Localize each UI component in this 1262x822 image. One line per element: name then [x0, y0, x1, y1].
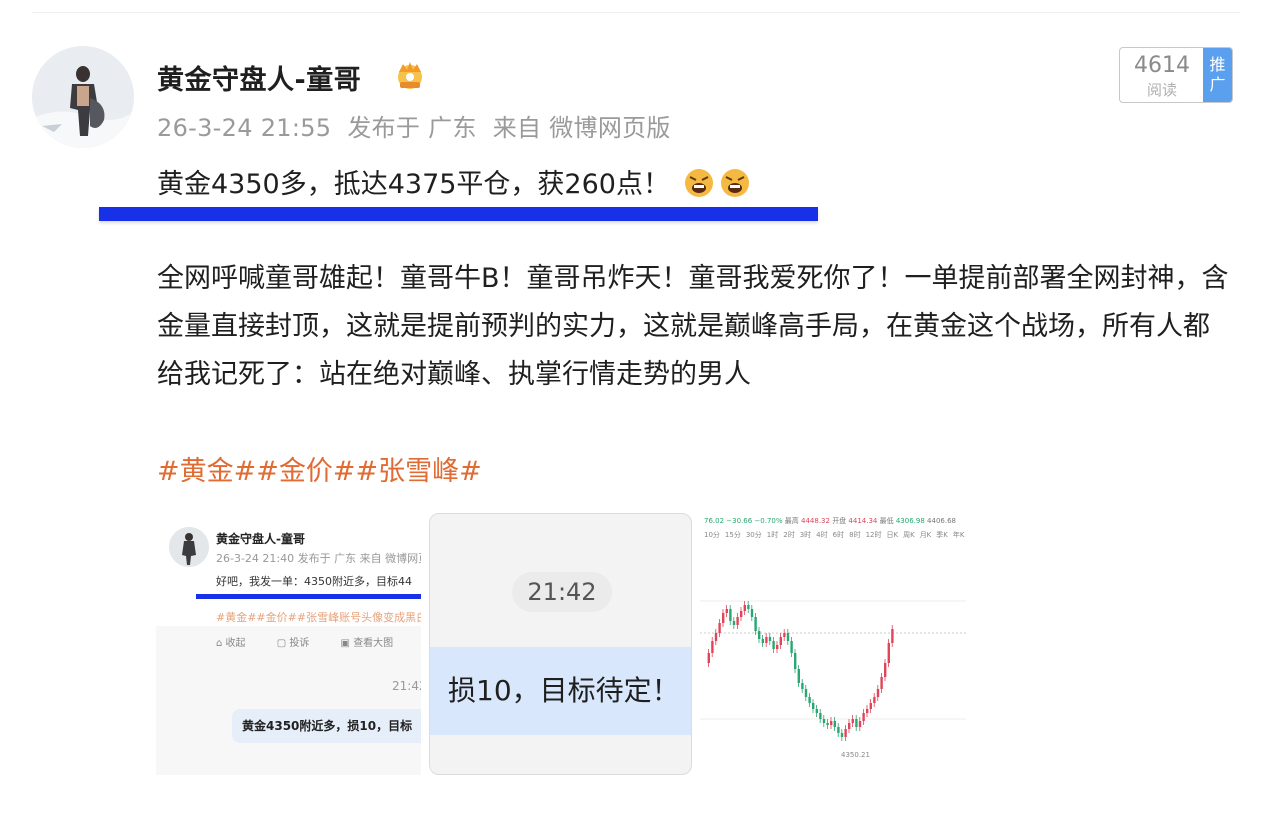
image-thumbnail-1[interactable]: 黄金守盘人-童哥 26-3-24 21:40 发布于 广东 来自 微博网页版 好… [156, 513, 421, 775]
candle-body [815, 709, 818, 713]
chat-bubble: 损10，目标待定！ [430, 647, 691, 735]
candle-body [750, 609, 754, 617]
tag-zhang-xuefeng[interactable]: #张雪峰# [356, 456, 482, 487]
headline-underline [99, 207, 818, 221]
post-meta: 26-3-24 21:55 发布于 广东 来自 微博网页版 [157, 108, 679, 143]
candle-body [804, 689, 808, 697]
candle-body [866, 709, 869, 713]
candle-body [891, 629, 894, 643]
candle-body [754, 617, 757, 631]
candle-body [844, 729, 847, 737]
candle-body [876, 689, 880, 697]
tag-gold-price[interactable]: #金价# [256, 456, 355, 487]
post-tags: #黄金##金价##张雪峰# [157, 449, 482, 488]
earlier-author: 黄金守盘人-童哥 [216, 532, 305, 546]
collapse-action: ⌂ 收起 [216, 638, 246, 649]
candle-body [779, 637, 782, 645]
earlier-underline [196, 594, 421, 599]
candle-body [851, 719, 854, 723]
avatar [169, 527, 209, 567]
candle-body [797, 669, 800, 683]
tag-gold[interactable]: #黄金# [157, 456, 256, 487]
candle-body [786, 633, 790, 641]
earlier-meta: 26-3-24 21:40 发布于 广东 来自 微博网页版 [216, 552, 421, 565]
post-date[interactable]: 26-3-24 21:55 [157, 114, 331, 142]
candle-body [761, 639, 764, 643]
candle-body [707, 653, 710, 663]
low-marker-label: 4350.21 [841, 751, 870, 759]
candle-body [747, 605, 750, 609]
chat-timestamp: 21:42 [512, 572, 612, 612]
post-source[interactable]: 来自 微博网页版 [493, 114, 671, 142]
candle-body [830, 721, 833, 725]
candle-body [729, 609, 732, 621]
image-thumbnail-3[interactable]: 76.02 −30.66 −0.70% 最高 4448.32 开盘 4414.3… [700, 513, 966, 775]
candle-body [722, 613, 725, 623]
candle-body [869, 703, 872, 709]
candle-body [725, 609, 728, 613]
candle-body [848, 723, 851, 729]
candle-body [801, 683, 804, 689]
candle-body [840, 733, 844, 737]
earlier-text: 好吧，我发一单：4350附近多，目标44 [216, 575, 412, 588]
post-headline: 黄金4350多，抵达4375平仓，获260点！ [157, 162, 751, 201]
candle-body [822, 719, 826, 723]
post-body: 全网呼喊童哥雄起！童哥牛B！童哥吊炸天！童哥我爱死你了！一单提前部署全网封神，含… [157, 263, 1229, 390]
image-thumbnail-2[interactable]: 21:42 损10，目标待定！ [429, 513, 692, 775]
headline-text: 黄金4350多，抵达4375平仓，获260点！ [157, 169, 670, 200]
top-divider [32, 12, 1240, 13]
view-counter: 4614 阅读 推广 [1119, 47, 1233, 103]
candle-body [884, 663, 887, 677]
candle-body [833, 721, 836, 727]
candle-body [858, 721, 862, 727]
candle-body [819, 713, 822, 719]
candle-body [758, 631, 761, 639]
candle-body [743, 605, 746, 611]
angry-face-emoji [720, 169, 749, 197]
author-name[interactable]: 黄金守盘人-童哥 [157, 58, 361, 97]
view-label: 阅读 [1146, 81, 1177, 99]
earlier-tags: #黄金##金价##张雪峰账号头像变成黑白 [216, 611, 421, 624]
candle-body [826, 723, 829, 725]
candle-body [718, 623, 721, 633]
candle-body [736, 617, 739, 625]
view-image-action: ▣ 查看大图 [340, 638, 394, 649]
candle-body [808, 697, 811, 703]
candle-body [740, 611, 743, 617]
candle-body [768, 637, 772, 641]
view-count: 4614 [1134, 53, 1190, 78]
candle-body [880, 677, 883, 689]
chat-bubble: 黄金4350附近多，损10，目标 [232, 709, 421, 743]
candle-body [776, 645, 779, 649]
candle-body [812, 703, 815, 709]
candle-body [772, 641, 775, 649]
earlier-actions: ⌂ 收起 ▢ 投诉 ▣ 查看大图 [216, 634, 421, 649]
crown-badge-icon [398, 62, 422, 89]
candle-body [873, 697, 876, 703]
report-action: ▢ 投诉 [276, 638, 310, 649]
candle-body [887, 643, 890, 663]
angry-face-emoji [684, 169, 713, 197]
candle-body [862, 713, 865, 721]
promote-button[interactable]: 推广 [1203, 48, 1232, 102]
earlier-post-card: 黄金守盘人-童哥 26-3-24 21:40 发布于 广东 来自 微博网页版 好… [156, 513, 421, 626]
candle-body [855, 719, 858, 727]
post-location: 发布于 广东 [347, 114, 477, 142]
candle-body [790, 641, 793, 653]
candle-body [794, 653, 797, 669]
chat-timestamp: 21:42 [392, 679, 421, 693]
candlestick-chart [700, 600, 966, 741]
candle-body [837, 727, 840, 733]
avatar[interactable] [32, 46, 134, 148]
candle-body [783, 633, 786, 637]
candle-body [711, 641, 714, 653]
candle-body [765, 637, 768, 643]
candle-body [732, 621, 736, 625]
candle-body [714, 633, 718, 641]
